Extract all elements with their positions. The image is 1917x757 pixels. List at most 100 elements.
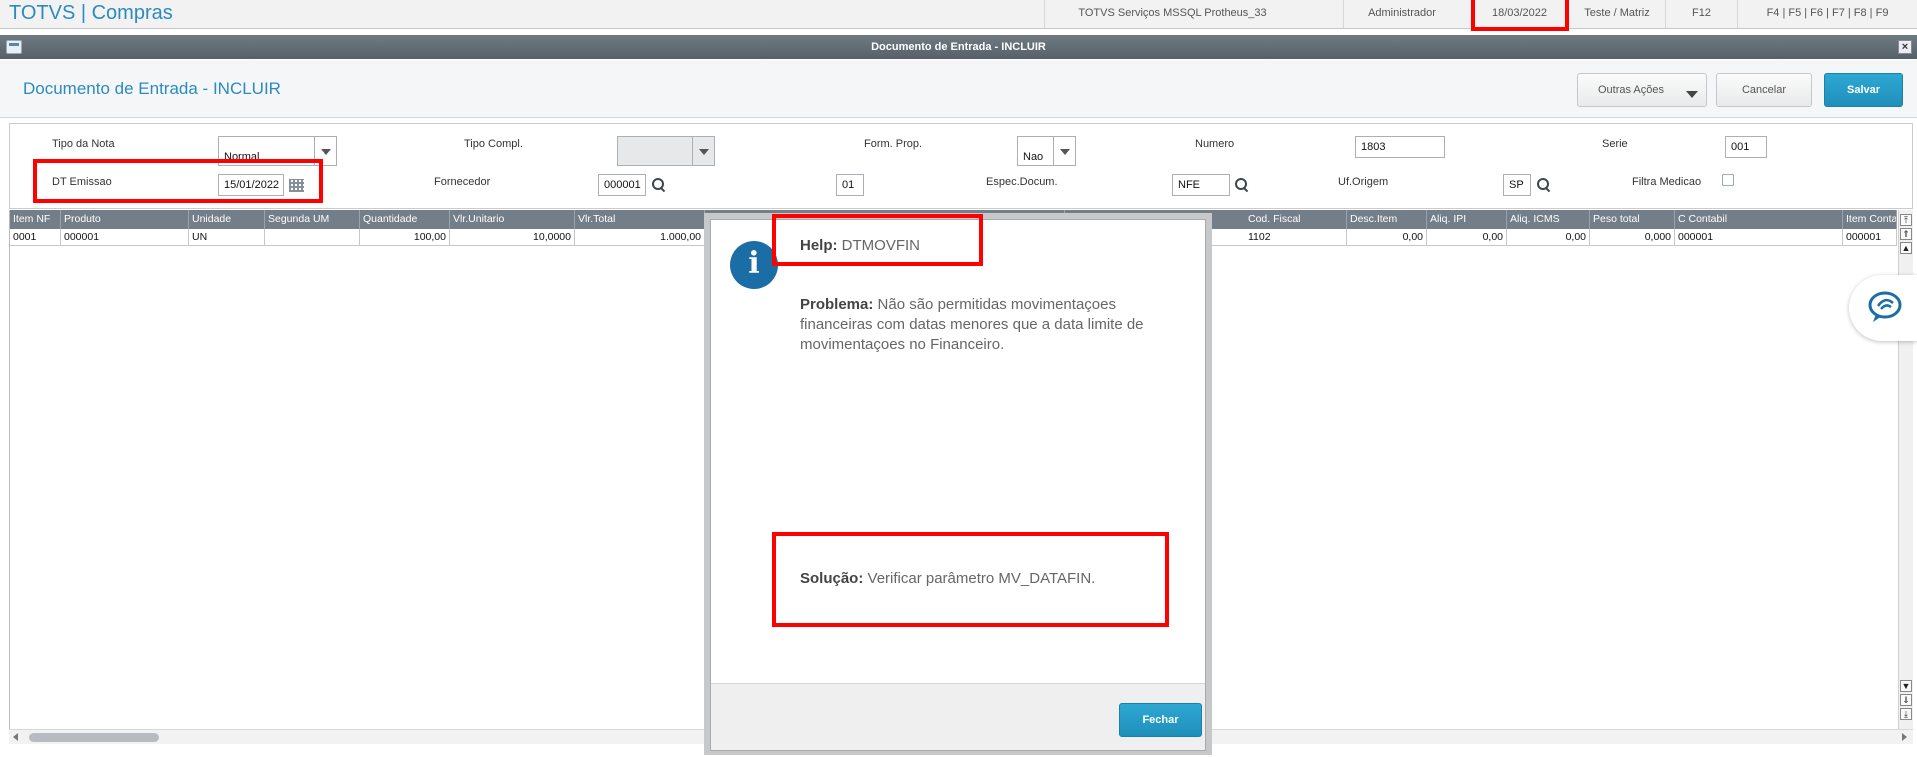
window-icon <box>6 40 22 54</box>
window-close-icon[interactable]: × <box>1898 40 1912 54</box>
table-cell[interactable]: 000001 <box>61 229 189 246</box>
serie-label: Serie <box>1602 138 1628 150</box>
form-prop-label: Form. Prop. <box>864 138 923 150</box>
scroll-bottom-icon[interactable]: ⤓ <box>1900 708 1912 720</box>
close-button[interactable]: Fechar <box>1119 703 1202 737</box>
environment-label[interactable]: TOTVS Serviços MSSQL Protheus_33 <box>1044 0 1300 28</box>
column-header[interactable]: Desc.Item <box>1347 210 1427 229</box>
filtra-medicao-label: Filtra Medicao <box>1632 176 1702 188</box>
numero-field[interactable]: 1803 <box>1355 136 1445 158</box>
solution-label: Solução: <box>800 570 864 587</box>
cancel-button[interactable]: Cancelar <box>1716 73 1812 107</box>
scroll-top-icon[interactable]: ⤒ <box>1900 214 1912 226</box>
chevron-down-icon[interactable] <box>1053 137 1075 165</box>
scroll-right-icon[interactable] <box>1902 733 1907 741</box>
save-button[interactable]: Salvar <box>1824 73 1903 107</box>
form-prop-select[interactable]: Nao <box>1017 136 1076 166</box>
user-label[interactable]: Administrador <box>1343 0 1460 28</box>
chevron-down-icon <box>1686 91 1698 98</box>
column-header[interactable]: Vlr.Unitario <box>450 210 575 229</box>
page-title: Documento de Entrada - INCLUIR <box>23 79 281 98</box>
solution-description: Verificar parâmetro MV_DATAFIN. <box>867 570 1096 587</box>
help-label: Help: <box>800 237 838 254</box>
form-prop-value: Nao <box>1023 151 1044 163</box>
table-cell[interactable] <box>265 229 360 246</box>
window-title-bar: Documento de Entrada - INCLUIR × <box>0 35 1917 59</box>
table-cell[interactable]: 0,00 <box>1507 229 1590 246</box>
dt-emissao-field[interactable]: 15/01/2022 <box>218 174 284 196</box>
column-header[interactable]: Vlr.Total <box>575 210 705 229</box>
tipo-compl-select <box>617 136 715 166</box>
f12-shortcut[interactable]: F12 <box>1665 0 1737 28</box>
numero-label: Numero <box>1195 138 1235 150</box>
table-cell[interactable]: 0001 <box>10 229 61 246</box>
scroll-page-up-icon[interactable]: ⇑ <box>1900 228 1912 240</box>
chat-icon <box>1868 291 1902 322</box>
column-header[interactable]: Segunda UM <box>265 210 360 229</box>
tipo-compl-label: Tipo Compl. <box>464 138 523 150</box>
other-actions-button[interactable]: Outras Ações <box>1577 73 1707 107</box>
document-form: Tipo da Nota Normal Tipo Compl. Form. Pr… <box>9 123 1913 209</box>
serie-field[interactable]: 001 <box>1725 136 1767 158</box>
chat-widget[interactable] <box>1849 275 1917 341</box>
horizontal-scroll-thumb[interactable] <box>29 733 159 742</box>
table-cell[interactable]: 0,000 <box>1590 229 1675 246</box>
table-cell[interactable]: 0,00 <box>1427 229 1507 246</box>
help-title: Help: DTMOVFIN <box>800 236 920 256</box>
fornecedor-label: Fornecedor <box>434 176 491 188</box>
other-actions-label: Outras Ações <box>1597 84 1665 96</box>
solution-text: Solução: Verificar parâmetro MV_DATAFIN. <box>800 569 1185 589</box>
info-icon: i <box>730 241 778 289</box>
scroll-left-icon[interactable] <box>13 733 18 741</box>
column-header[interactable]: Aliq. IPI <box>1427 210 1507 229</box>
table-cell[interactable]: 0,00 <box>1347 229 1427 246</box>
table-cell[interactable]: 000001 <box>1843 229 1897 246</box>
table-cell[interactable]: 100,00 <box>360 229 450 246</box>
column-header[interactable]: Item Conta <box>1843 210 1897 229</box>
chevron-down-icon[interactable] <box>314 137 336 165</box>
table-cell[interactable]: 10,0000 <box>450 229 575 246</box>
table-cell[interactable]: UN <box>189 229 265 246</box>
table-cell[interactable]: 1.000,00 <box>575 229 705 246</box>
page-header: Documento de Entrada - INCLUIR Outras Aç… <box>0 60 1917 118</box>
column-header[interactable]: Cod. Fiscal <box>1245 210 1347 229</box>
branch-label[interactable]: Teste / Matriz <box>1568 0 1665 28</box>
problem-text: Problema: Não são permitidas movimentaço… <box>800 295 1185 355</box>
uf-origem-field[interactable]: SP <box>1503 174 1531 196</box>
column-header[interactable]: Aliq. ICMS <box>1507 210 1590 229</box>
tipo-nota-value: Normal <box>224 151 260 163</box>
scroll-up-icon[interactable]: ▲ <box>1900 242 1912 254</box>
table-cell[interactable]: 000001 <box>1675 229 1843 246</box>
chevron-down-icon <box>692 137 714 165</box>
tipo-nota-select[interactable]: Normal <box>218 136 337 166</box>
table-cell[interactable]: 1102 <box>1245 229 1347 246</box>
search-icon[interactable] <box>652 178 666 192</box>
window-title: Documento de Entrada - INCLUIR <box>871 41 1046 53</box>
scroll-down-icon[interactable]: ▼ <box>1900 680 1912 692</box>
column-header[interactable]: Quantidade <box>360 210 450 229</box>
espec-docum-field[interactable]: NFE <box>1172 174 1230 196</box>
espec-docum-label: Espec.Docum. <box>986 176 1058 188</box>
uf-origem-label: Uf.Origem <box>1338 176 1389 188</box>
dt-emissao-label: DT Emissao <box>52 176 112 188</box>
column-header[interactable]: Unidade <box>189 210 265 229</box>
filtra-medicao-checkbox[interactable] <box>1722 174 1734 186</box>
date-label[interactable]: 18/03/2022 <box>1471 0 1567 28</box>
problem-label: Problema: <box>800 296 874 313</box>
fornecedor-field[interactable]: 000001 <box>598 174 646 196</box>
search-icon[interactable] <box>1235 178 1249 192</box>
app-title: TOTVS | Compras <box>9 2 173 24</box>
tipo-nota-label: Tipo da Nota <box>52 138 115 150</box>
search-icon[interactable] <box>1537 178 1551 192</box>
loja-field[interactable]: 01 <box>836 174 864 196</box>
top-bar: TOTVS | Compras TOTVS Serviços MSSQL Pro… <box>0 0 1917 29</box>
column-header[interactable]: C Contabil <box>1675 210 1843 229</box>
column-header[interactable]: Peso total <box>1590 210 1675 229</box>
calendar-icon[interactable] <box>289 179 304 192</box>
help-code: DTMOVFIN <box>841 237 920 254</box>
column-header[interactable]: Item NF <box>10 210 61 229</box>
function-keys[interactable]: F4 | F5 | F6 | F7 | F8 | F9 <box>1737 0 1917 28</box>
column-header[interactable]: Produto <box>61 210 189 229</box>
help-dialog: i Help: DTMOVFIN Problema: Não são permi… <box>710 219 1206 751</box>
scroll-page-down-icon[interactable]: ⇓ <box>1900 694 1912 706</box>
